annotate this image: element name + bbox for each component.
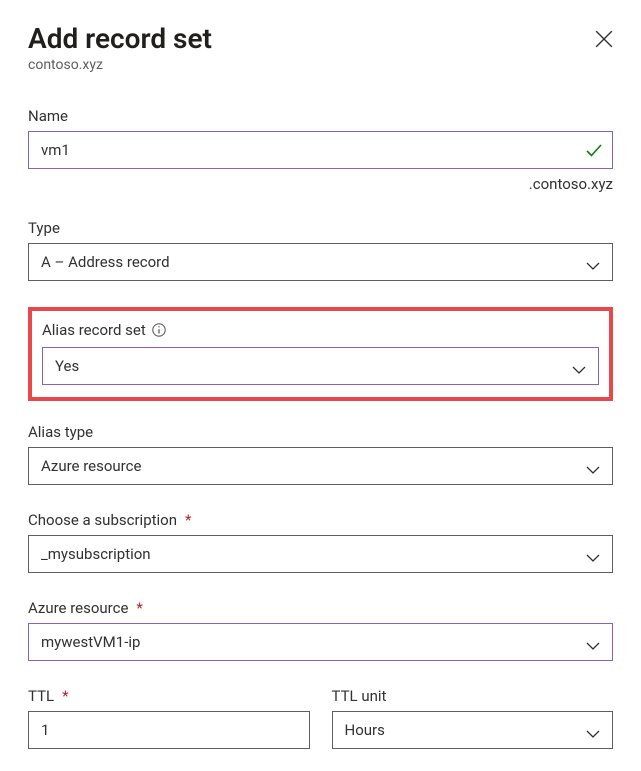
- alias-record-set-select[interactable]: Yes: [42, 347, 599, 385]
- ttl-label: TTL: [28, 687, 54, 705]
- azure-resource-value: mywestVM1-ip: [41, 633, 140, 651]
- alias-type-select[interactable]: Azure resource: [28, 447, 613, 485]
- ttl-unit-label: TTL unit: [332, 687, 614, 705]
- alias-type-value: Azure resource: [41, 457, 141, 475]
- chevron-down-icon: [586, 257, 600, 267]
- alias-type-label: Alias type: [28, 423, 613, 441]
- ttl-unit-value: Hours: [345, 721, 385, 739]
- chevron-down-icon: [586, 549, 600, 559]
- alias-record-set-label: Alias record set: [42, 321, 146, 339]
- page-title: Add record set: [28, 22, 212, 55]
- chevron-down-icon: [586, 725, 600, 735]
- name-input[interactable]: [28, 131, 613, 169]
- subscription-value: _mysubscription: [41, 545, 151, 563]
- close-icon[interactable]: [595, 30, 613, 48]
- type-select[interactable]: A – Address record: [28, 243, 613, 281]
- ttl-input[interactable]: [28, 711, 310, 749]
- alias-record-set-highlight: Alias record set Yes: [28, 307, 613, 401]
- chevron-down-icon: [586, 637, 600, 647]
- azure-resource-label: Azure resource: [28, 599, 128, 617]
- required-indicator: *: [185, 511, 191, 529]
- name-label: Name: [28, 107, 613, 125]
- type-value: A – Address record: [41, 253, 170, 271]
- azure-resource-select[interactable]: mywestVM1-ip: [28, 623, 613, 661]
- subscription-select[interactable]: _mysubscription: [28, 535, 613, 573]
- chevron-down-icon: [572, 361, 586, 371]
- required-indicator: *: [136, 599, 142, 617]
- type-label: Type: [28, 219, 613, 237]
- alias-record-set-value: Yes: [55, 357, 79, 375]
- required-indicator: *: [62, 687, 68, 705]
- chevron-down-icon: [586, 461, 600, 471]
- ttl-unit-select[interactable]: Hours: [332, 711, 614, 749]
- page-subtitle: contoso.xyz: [28, 57, 613, 73]
- name-suffix: .contoso.xyz: [28, 175, 613, 193]
- check-icon: [585, 141, 603, 159]
- subscription-label: Choose a subscription: [28, 511, 177, 529]
- info-icon[interactable]: [152, 323, 166, 337]
